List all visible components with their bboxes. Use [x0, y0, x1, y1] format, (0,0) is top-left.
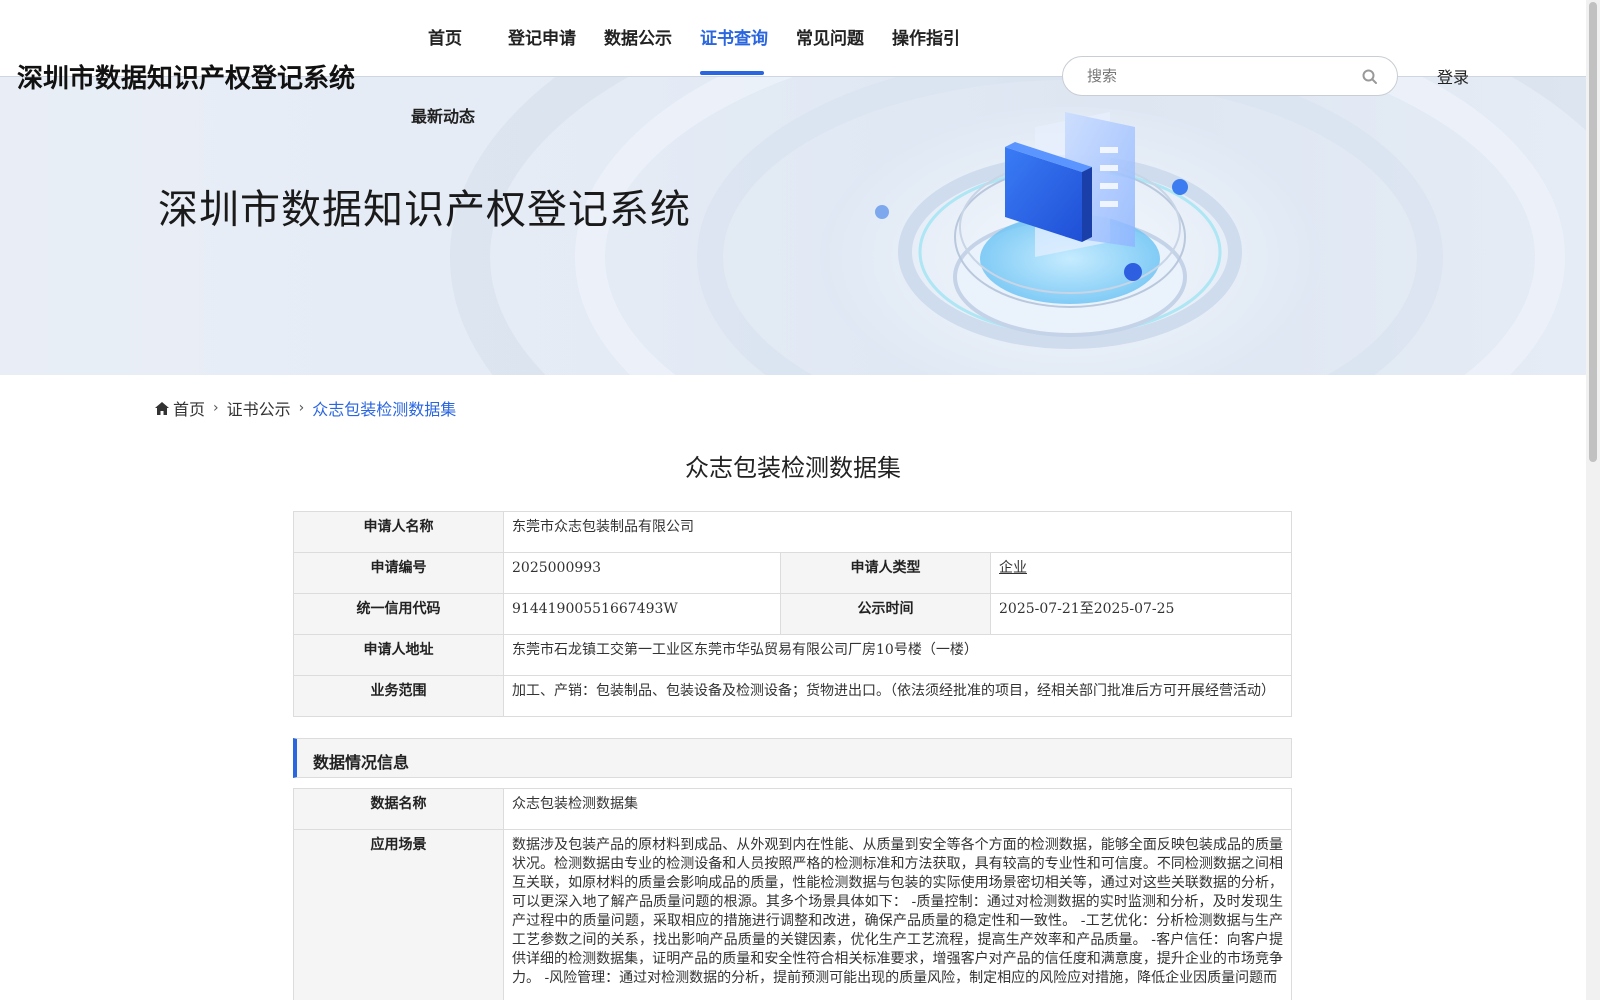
nav-home[interactable]: 首页	[428, 24, 462, 49]
publish-time-label: 公示时间	[780, 593, 991, 635]
scrollbar-thumb[interactable]	[1589, 2, 1597, 462]
nav-register-apply[interactable]: 登记申请	[508, 24, 576, 49]
business-scope-value: 加工、产销：包装制品、包装设备及检测设备；货物进出口。（依法须经批准的项目，经相…	[503, 675, 1292, 717]
nav-guide[interactable]: 操作指引	[892, 24, 960, 49]
scenario-label: 应用场景	[293, 829, 504, 1000]
breadcrumb-current: 众志包装检测数据集	[312, 400, 457, 419]
application-number-label: 申请编号	[293, 552, 504, 594]
credit-code-value: 91441900551667493W	[503, 593, 781, 635]
home-icon	[155, 401, 169, 415]
application-number-value: 2025000993	[503, 552, 781, 594]
applicant-name-value: 东莞市众志包装制品有限公司	[503, 511, 1292, 553]
table-row: 应用场景 数据涉及包装产品的原材料到成品、从外观到内在性能、从质量到安全等各个方…	[293, 829, 1292, 1000]
publish-time-value: 2025-07-21至2025-07-25	[990, 593, 1292, 635]
table-row: 申请人地址 东莞市石龙镇工交第一工业区东莞市华弘贸易有限公司厂房10号楼（一楼）	[293, 634, 1292, 676]
credit-code-label: 统一信用代码	[293, 593, 504, 635]
page-title: 众志包装检测数据集	[685, 454, 901, 482]
table-row: 统一信用代码 91441900551667493W 公示时间 2025-07-2…	[293, 593, 1292, 635]
applicant-address-label: 申请人地址	[293, 634, 504, 676]
nav-data-public[interactable]: 数据公示	[604, 24, 672, 49]
applicant-type-value[interactable]: 企业	[999, 560, 1027, 576]
business-scope-label: 业务范围	[293, 675, 504, 717]
applicant-type-cell: 企业	[990, 552, 1292, 594]
page-scrollbar[interactable]	[1586, 0, 1600, 1000]
section-title: 数据情况信息	[313, 753, 410, 772]
nav-active-underline	[700, 71, 764, 75]
login-link[interactable]: 登录	[1437, 64, 1469, 88]
banner-title: 深圳市数据知识产权登记系统	[158, 187, 691, 233]
table-row: 申请编号 2025000993 申请人类型 企业	[293, 552, 1292, 594]
applicant-address-value: 东莞市石龙镇工交第一工业区东莞市华弘贸易有限公司厂房10号楼（一楼）	[503, 634, 1292, 676]
applicant-name-label: 申请人名称	[293, 511, 504, 553]
scenario-value: 数据涉及包装产品的原材料到成品、从外观到内在性能、从质量到安全等各个方面的检测数…	[503, 829, 1292, 1000]
search-icon[interactable]	[1361, 68, 1379, 86]
search-box	[1062, 56, 1398, 96]
applicant-type-label: 申请人类型	[780, 552, 991, 594]
search-input[interactable]	[1087, 65, 1347, 87]
chevron-right-icon: ›	[213, 400, 219, 416]
applicant-info-table: 申请人名称 东莞市众志包装制品有限公司 申请编号 2025000993 申请人类…	[293, 511, 1292, 717]
nav-latest-news[interactable]: 最新动态	[411, 103, 475, 127]
nav-certificate-query[interactable]: 证书查询	[700, 24, 768, 49]
data-info-table: 数据名称 众志包装检测数据集 应用场景 数据涉及包装产品的原材料到成品、从外观到…	[293, 788, 1292, 1000]
chevron-right-icon: ›	[298, 400, 305, 416]
table-row: 数据名称 众志包装检测数据集	[293, 788, 1292, 830]
data-info-section-header: 数据情况信息	[293, 738, 1292, 778]
table-row: 申请人名称 东莞市众志包装制品有限公司	[293, 511, 1292, 553]
data-name-label: 数据名称	[293, 788, 504, 830]
site-title: 深圳市数据知识产权登记系统	[17, 64, 356, 94]
hero-banner: 深圳市数据知识产权登记系统	[0, 77, 1586, 375]
breadcrumb: 首页 › 证书公示 › 众志包装检测数据集	[155, 396, 456, 420]
data-name-value: 众志包装检测数据集	[503, 788, 1292, 830]
table-row: 业务范围 加工、产销：包装制品、包装设备及检测设备；货物进出口。（依法须经批准的…	[293, 675, 1292, 717]
nav-faq[interactable]: 常见问题	[796, 24, 864, 49]
breadcrumb-certificate-public[interactable]: 证书公示	[227, 396, 291, 420]
breadcrumb-home[interactable]: 首页	[173, 396, 205, 420]
